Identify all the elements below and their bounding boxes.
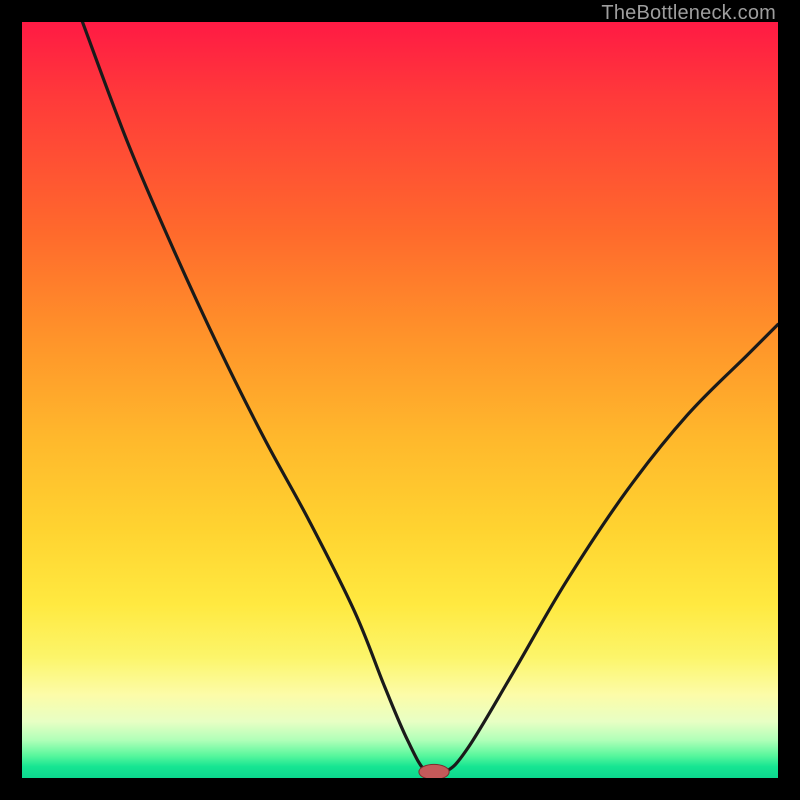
bottleneck-curve-svg <box>22 22 778 778</box>
bottleneck-curve <box>82 22 778 776</box>
plot-area <box>22 22 778 778</box>
watermark-text: TheBottleneck.com <box>601 2 776 25</box>
chart-frame: TheBottleneck.com <box>0 0 800 800</box>
minimum-marker <box>419 764 449 778</box>
